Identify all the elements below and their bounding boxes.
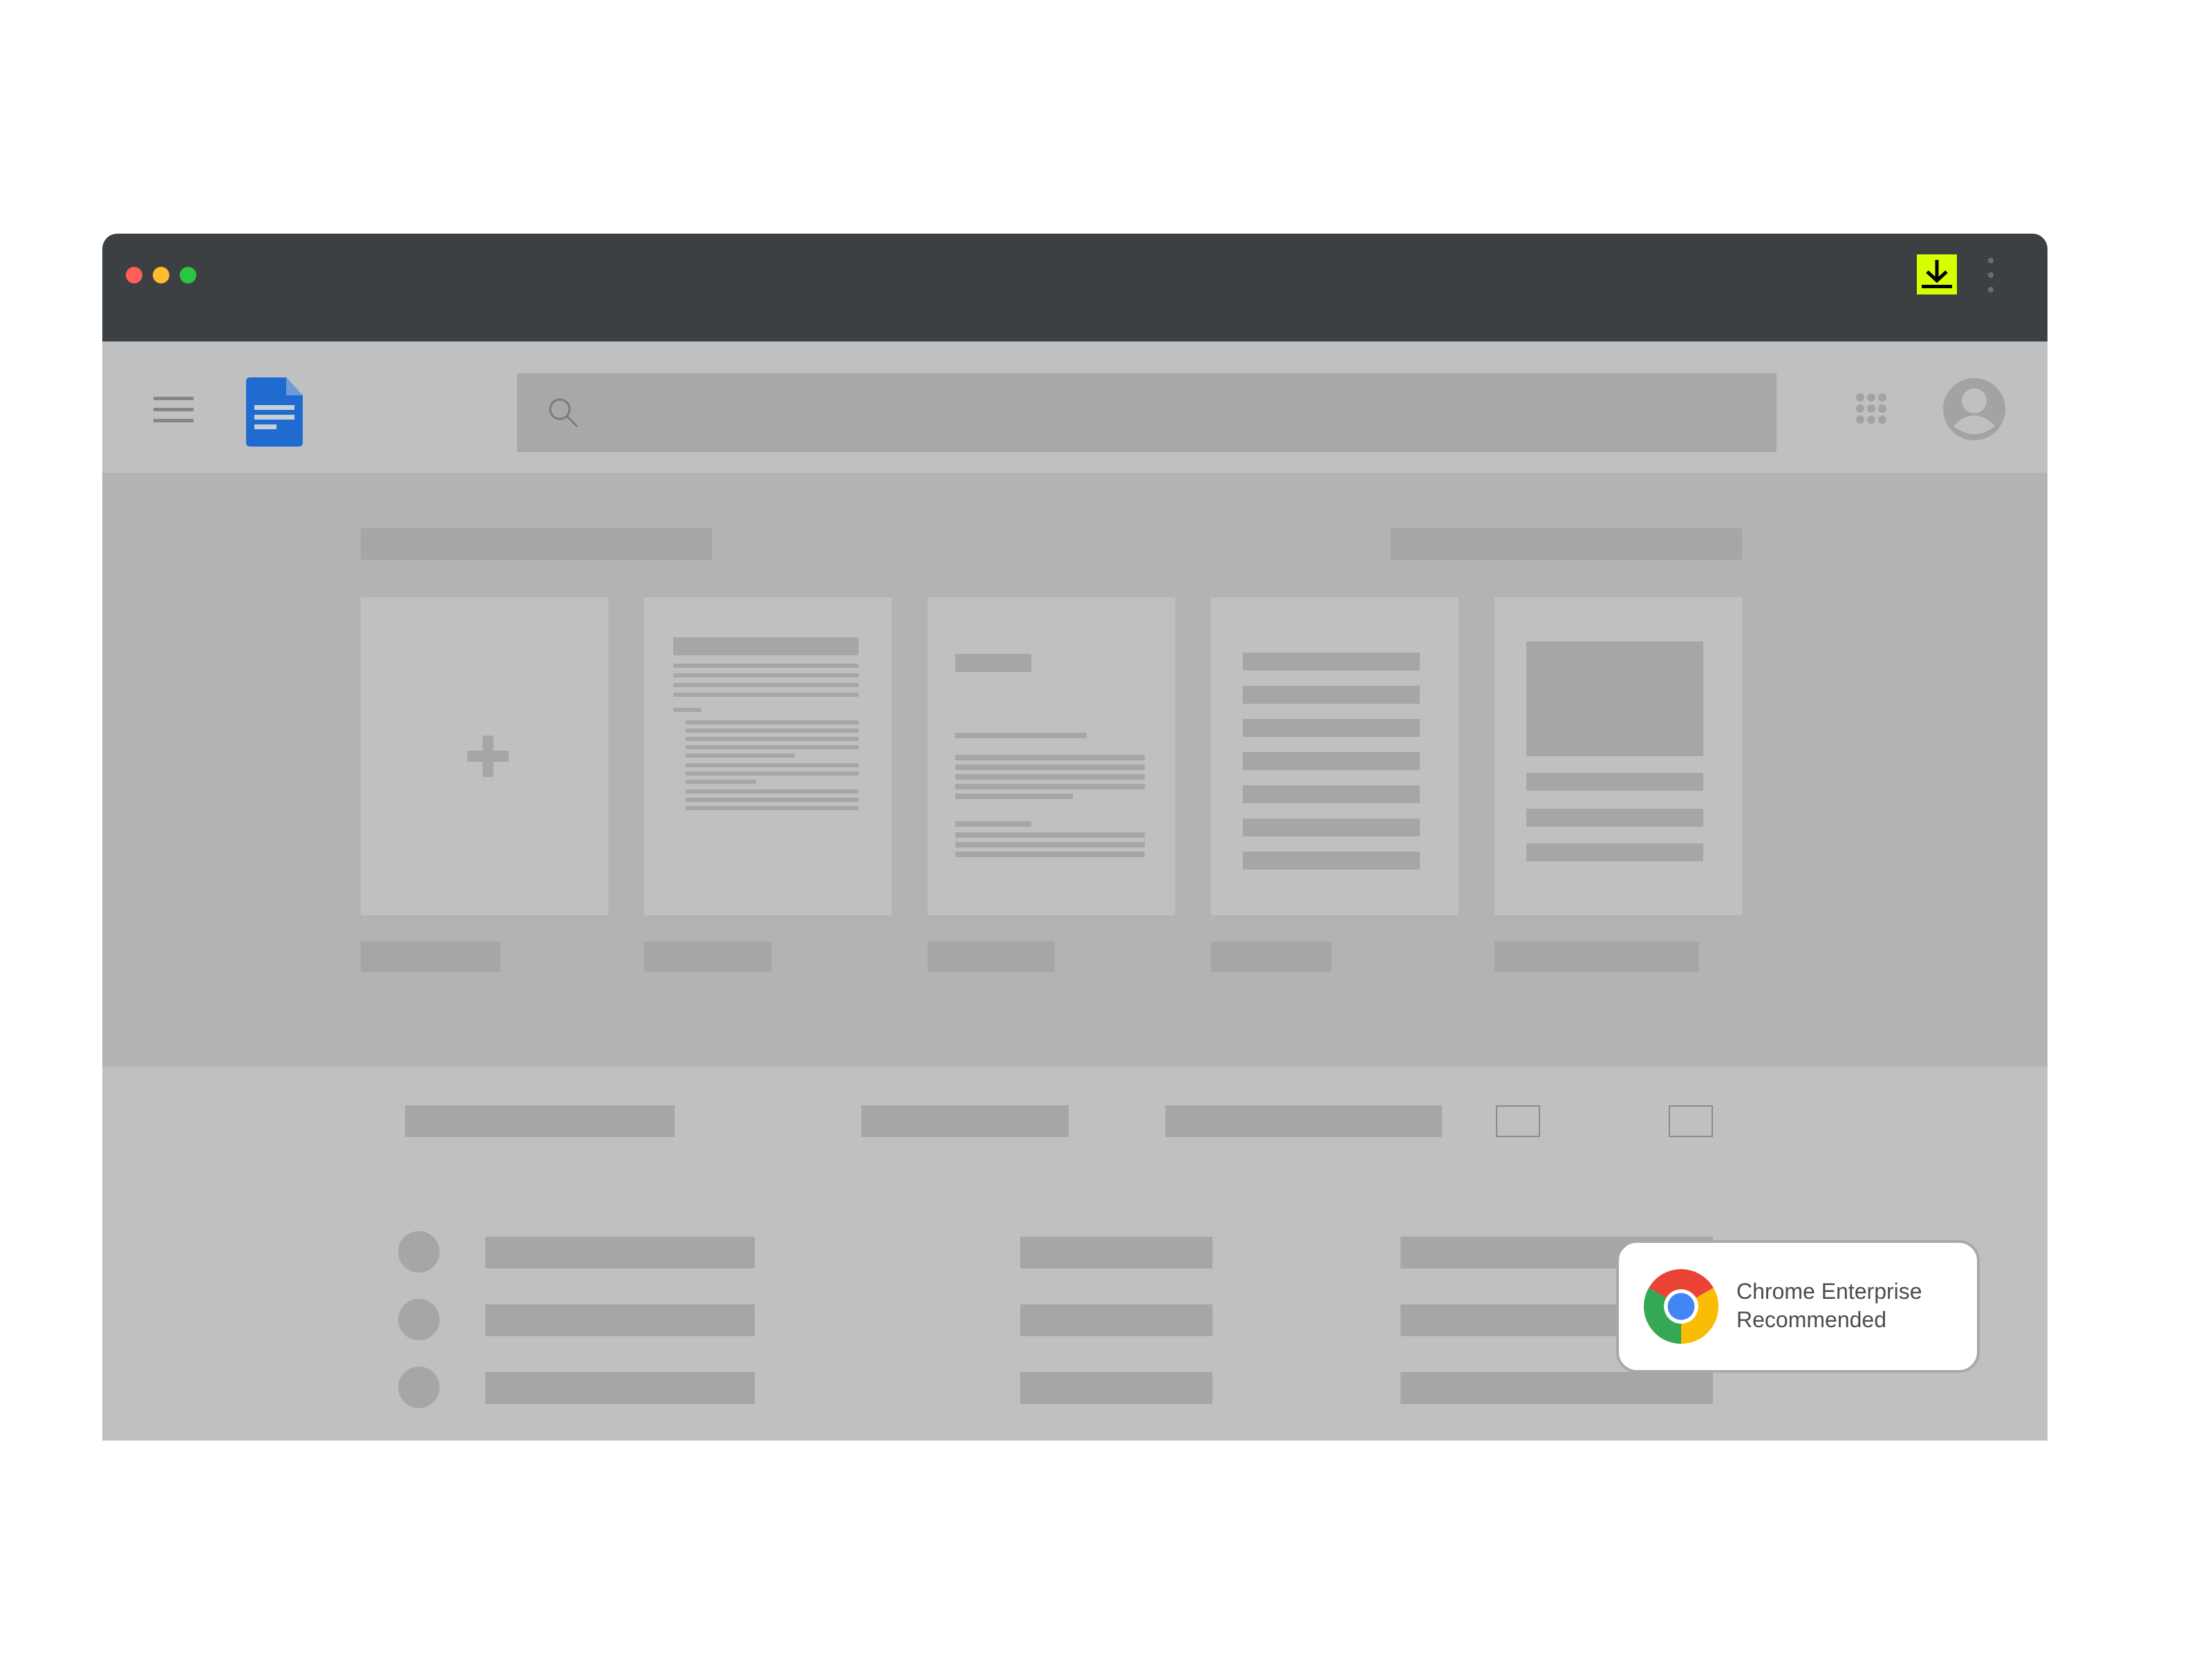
letter-text-line — [955, 852, 1145, 857]
file-icon-placeholder — [398, 1299, 440, 1340]
letter-text-line — [955, 784, 1145, 789]
doc-text-line — [686, 720, 859, 724]
image-caption-line — [1526, 843, 1703, 861]
letter-text-line — [955, 765, 1145, 770]
gallery-heading-placeholder — [361, 528, 712, 560]
maximize-window-button[interactable] — [180, 267, 196, 283]
file-icon-placeholder — [398, 1231, 440, 1273]
list-line — [1243, 852, 1420, 870]
apps-grid-icon — [1856, 393, 1886, 424]
template-card-blank[interactable] — [361, 597, 608, 915]
file-owner-placeholder — [1020, 1372, 1212, 1404]
list-line — [1243, 653, 1420, 671]
list-line — [1243, 719, 1420, 737]
kebab-menu-icon — [1988, 258, 1994, 292]
image-caption-line — [1526, 773, 1703, 791]
chrome-logo-icon — [1644, 1269, 1718, 1344]
docs-logo[interactable] — [246, 377, 303, 447]
doc-text-line — [686, 753, 795, 758]
template-card-document[interactable] — [644, 597, 892, 915]
doc-text-line — [686, 771, 859, 776]
search-icon — [549, 398, 579, 428]
chrome-enterprise-badge: Chrome Enterprise Recommended — [1616, 1240, 1980, 1373]
file-date-placeholder — [1400, 1372, 1713, 1404]
column-header-placeholder — [861, 1105, 1069, 1137]
doc-text-line — [673, 673, 859, 677]
google-docs-icon — [246, 377, 303, 447]
download-button[interactable] — [1917, 254, 1957, 294]
app-toolbar — [102, 341, 2047, 473]
doc-text-line — [686, 780, 756, 784]
close-window-button[interactable] — [126, 267, 142, 283]
download-icon — [1922, 260, 1952, 288]
file-name-placeholder[interactable] — [485, 1304, 755, 1336]
template-label-placeholder — [1494, 941, 1699, 972]
column-header-placeholder — [405, 1105, 675, 1137]
search-input[interactable] — [593, 387, 1757, 440]
list-line — [1243, 752, 1420, 770]
image-placeholder — [1526, 641, 1703, 756]
letter-text-line — [955, 774, 1145, 780]
file-name-placeholder[interactable] — [485, 1372, 755, 1404]
plus-icon — [467, 735, 509, 777]
sort-button[interactable] — [1669, 1105, 1713, 1137]
letter-text-line — [955, 832, 1145, 838]
image-caption-line — [1526, 809, 1703, 827]
hamburger-icon — [153, 397, 194, 422]
doc-text-line — [686, 789, 859, 794]
template-card-list[interactable] — [1211, 597, 1459, 915]
list-line — [1243, 818, 1420, 836]
browser-menu-button[interactable] — [1983, 254, 1999, 296]
list-line — [1243, 785, 1420, 803]
file-owner-placeholder — [1020, 1304, 1212, 1336]
letter-text-line — [955, 755, 1145, 760]
template-label-placeholder — [644, 941, 771, 972]
column-header-placeholder — [1165, 1105, 1442, 1137]
doc-heading-line — [673, 637, 859, 655]
letter-text-line — [955, 733, 1087, 738]
browser-window: Chrome Enterprise Recommended — [102, 234, 2047, 1441]
template-label-placeholder — [361, 941, 500, 972]
template-label-placeholder — [1211, 941, 1331, 972]
badge-line-2: Recommended — [1736, 1307, 1886, 1332]
badge-line-1: Chrome Enterprise — [1736, 1279, 1922, 1304]
doc-text-line — [686, 798, 859, 802]
title-bar — [102, 234, 2047, 341]
template-card-letter[interactable] — [928, 597, 1175, 915]
list-line — [1243, 686, 1420, 704]
minimize-window-button[interactable] — [153, 267, 169, 283]
badge-label: Chrome Enterprise Recommended — [1736, 1277, 1922, 1334]
search-bar[interactable] — [517, 373, 1777, 452]
account-button[interactable] — [1942, 377, 2006, 441]
file-name-placeholder[interactable] — [485, 1237, 755, 1268]
letter-heading-line — [955, 654, 1031, 672]
apps-launcher-button[interactable] — [1855, 393, 1887, 424]
letter-text-line — [955, 842, 1145, 847]
doc-text-line — [673, 693, 859, 697]
template-label-placeholder — [928, 941, 1055, 972]
template-gallery-link-placeholder[interactable] — [1391, 528, 1742, 560]
doc-text-line — [673, 708, 701, 712]
main-menu-button[interactable] — [153, 395, 194, 423]
doc-text-line — [686, 745, 859, 749]
template-card-image[interactable] — [1494, 597, 1742, 915]
view-toggle-button[interactable] — [1496, 1105, 1540, 1137]
doc-text-line — [686, 806, 859, 810]
doc-text-line — [673, 664, 859, 668]
doc-text-line — [686, 737, 859, 741]
file-owner-placeholder — [1020, 1237, 1212, 1268]
doc-text-line — [673, 683, 859, 687]
file-icon-placeholder — [398, 1367, 440, 1408]
letter-text-line — [955, 821, 1031, 827]
account-avatar-icon — [1943, 378, 2005, 440]
doc-text-line — [686, 763, 859, 767]
letter-text-line — [955, 794, 1073, 799]
doc-text-line — [686, 729, 859, 733]
